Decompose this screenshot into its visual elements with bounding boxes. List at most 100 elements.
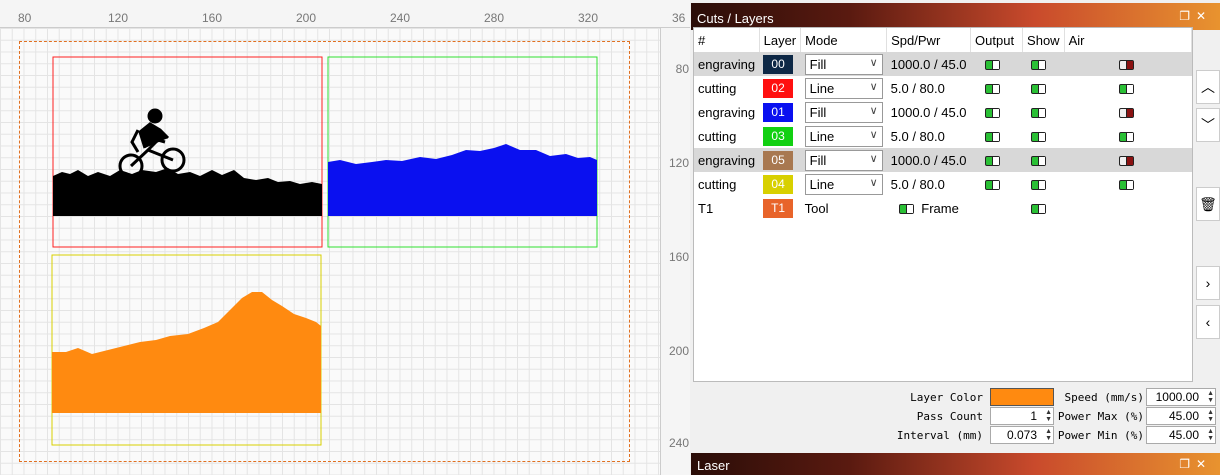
mode-select[interactable]: Line ∨ — [804, 77, 883, 99]
cyclist-icon[interactable] — [118, 108, 186, 179]
spin-icon[interactable]: ▲ ▼ — [1045, 428, 1052, 442]
power-min-input[interactable]: 45.00 ▲ ▼ — [1146, 426, 1216, 444]
power-min-label: Power Min (%) — [1057, 429, 1144, 442]
spd-pwr: 1000.0 / 45.0 — [886, 52, 971, 76]
mode-select[interactable]: Fill ∨ — [804, 101, 883, 123]
spd-pwr: 5.0 / 80.0 — [890, 128, 945, 144]
delete-button[interactable]: 🗑 — [1196, 187, 1220, 221]
spin-icon[interactable]: ▲ ▼ — [1207, 409, 1214, 423]
layer-swatch-cell: 00 — [759, 52, 801, 76]
spin-icon[interactable]: ▲ ▼ — [1045, 409, 1052, 423]
design-canvas[interactable]: 80 120 160 200 240 280 320 36 80 120 160… — [0, 0, 690, 475]
chevron-left-icon: ‹ — [1205, 314, 1211, 330]
row-name: T1 — [698, 200, 714, 216]
air-cell — [1064, 76, 1191, 100]
ruler-label: 200 — [668, 344, 689, 358]
ruler-right: 80 120 160 200 240 — [660, 28, 690, 475]
show-cell — [1022, 148, 1065, 172]
mode-select[interactable]: Line ∨ — [804, 173, 883, 195]
mode-cell: Tool — [804, 200, 829, 216]
expand-button[interactable]: › — [1196, 266, 1220, 300]
output-toggle[interactable] — [984, 60, 1000, 71]
output-toggle[interactable] — [984, 84, 1000, 95]
layer-row[interactable]: cutting 03 Line ∨ 5.0 / 80.0 — [694, 124, 1192, 148]
layer-swatch-cell: 05 — [759, 148, 801, 172]
spin-icon[interactable]: ▲ ▼ — [1207, 390, 1214, 404]
show-toggle[interactable] — [1030, 204, 1046, 215]
spd-pwr: 5.0 / 80.0 — [890, 176, 945, 192]
speed-input[interactable]: 1000.00 ▲ ▼ — [1146, 388, 1216, 406]
air-toggle[interactable] — [1119, 156, 1135, 167]
air-toggle[interactable] — [1119, 132, 1135, 143]
red-cut-rect[interactable] — [52, 56, 323, 248]
layer-row[interactable]: cutting 02 Line ∨ 5.0 / 80.0 — [694, 76, 1192, 100]
row-name: engraving — [698, 104, 756, 120]
spin-icon[interactable]: ▲ ▼ — [1207, 428, 1214, 442]
mode-select[interactable]: Fill ∨ — [804, 149, 883, 171]
collapse-button[interactable]: ‹ — [1196, 305, 1220, 339]
air-toggle[interactable] — [1119, 60, 1135, 71]
row-name: cutting — [698, 176, 737, 192]
col-header: Air — [1064, 28, 1193, 52]
orange-landscape[interactable] — [52, 292, 321, 413]
layer-row[interactable]: engraving 05 Fill ∨ 1000.0 / 45.0 — [694, 148, 1192, 172]
layer-swatch[interactable]: 01 — [763, 102, 794, 122]
air-toggle[interactable] — [1119, 180, 1135, 191]
output-cell — [970, 52, 1023, 76]
air-toggle[interactable] — [1119, 84, 1135, 95]
show-cell — [1022, 52, 1065, 76]
output-toggle[interactable] — [984, 180, 1000, 191]
layer-swatch[interactable]: 04 — [763, 174, 794, 194]
show-toggle[interactable] — [1030, 108, 1046, 119]
output-cell — [971, 124, 1023, 148]
mode-select[interactable]: Line ∨ — [804, 125, 883, 147]
layer-swatch[interactable]: 05 — [763, 150, 794, 170]
interval-label: Interval (mm) — [896, 429, 983, 442]
titlebar-controls[interactable]: ❐✕ — [1179, 457, 1212, 471]
layer-swatch[interactable]: 00 — [763, 54, 794, 74]
layer-color-label: Layer Color — [910, 391, 983, 404]
pass-count-input[interactable]: 1 ▲ ▼ — [990, 407, 1054, 425]
mode-select[interactable]: Fill ∨ — [804, 53, 883, 75]
move-down-button[interactable]: ﹀ — [1196, 108, 1220, 142]
blue-landscape[interactable] — [328, 144, 597, 216]
chevron-down-icon: ∨ — [869, 176, 878, 189]
show-toggle[interactable] — [1030, 84, 1046, 95]
power-max-input[interactable]: 45.00 ▲ ▼ — [1146, 407, 1216, 425]
frame-toggle[interactable] — [898, 204, 914, 215]
show-toggle[interactable] — [1030, 180, 1046, 191]
show-cell — [1023, 124, 1065, 148]
show-toggle[interactable] — [1030, 156, 1046, 167]
show-toggle[interactable] — [1030, 60, 1046, 71]
mountain-silhouette[interactable] — [53, 168, 322, 216]
tool-row[interactable]: T1 T1 Tool Frame — [694, 196, 1192, 220]
output-toggle[interactable] — [984, 132, 1000, 143]
layer-color-swatch[interactable] — [990, 388, 1054, 406]
layer-row[interactable]: engraving 01 Fill ∨ 1000.0 / 45.0 — [694, 100, 1192, 124]
row-name: engraving — [694, 52, 760, 76]
layer-row[interactable]: cutting 04 Line ∨ 5.0 / 80.0 — [694, 172, 1192, 196]
titlebar-controls[interactable]: ❐✕ — [1179, 9, 1212, 23]
layer-swatch[interactable]: 02 — [763, 78, 794, 98]
air-toggle[interactable] — [1119, 108, 1135, 119]
show-cell — [1023, 100, 1065, 124]
col-header: Output — [970, 28, 1024, 52]
layer-row[interactable]: engraving 00 Fill ∨ 1000.0 / 45.0 — [694, 52, 1192, 76]
output-toggle[interactable] — [984, 108, 1000, 119]
mode-cell: Line ∨ — [801, 172, 887, 196]
interval-input[interactable]: 0.073 ▲ ▼ — [990, 426, 1054, 444]
mode-cell: Fill ∨ — [800, 52, 887, 76]
mode-cell: Line ∨ — [801, 124, 887, 148]
air-cell — [1064, 148, 1192, 172]
layer-swatch[interactable]: 03 — [763, 126, 794, 146]
chevron-down-icon: ∨ — [869, 80, 878, 93]
frame-label: Frame — [921, 200, 959, 216]
air-cell — [1064, 124, 1191, 148]
empty-cell — [1064, 196, 1191, 220]
output-cell — [971, 172, 1023, 196]
frame-cell: Frame — [887, 196, 971, 220]
output-toggle[interactable] — [984, 156, 1000, 167]
move-up-button[interactable]: ︿ — [1196, 70, 1220, 104]
show-toggle[interactable] — [1030, 132, 1046, 143]
layer-swatch[interactable]: T1 — [763, 198, 794, 218]
